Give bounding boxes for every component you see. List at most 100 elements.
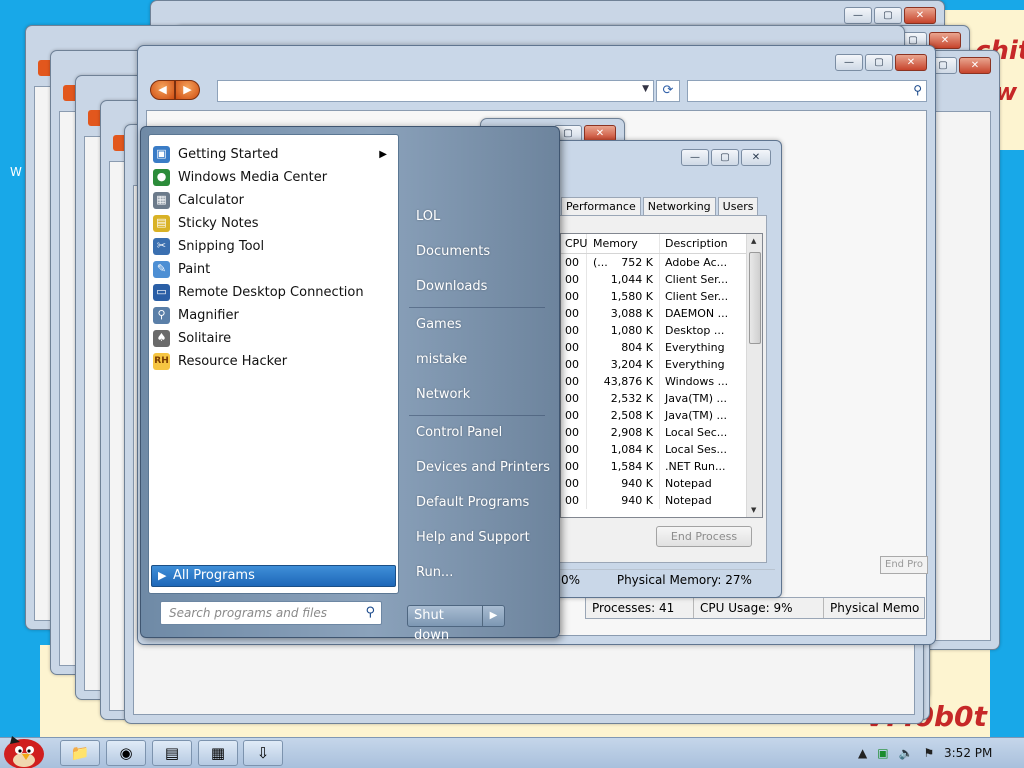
start-menu-link[interactable]: Default Programs (416, 491, 556, 515)
close-icon[interactable]: ✕ (904, 7, 936, 24)
minimize-icon[interactable]: — (681, 149, 709, 166)
desktop-icon-label: W (10, 165, 22, 179)
start-menu-link[interactable]: mistake (416, 348, 556, 372)
close-icon[interactable]: ✕ (895, 54, 927, 71)
clock[interactable]: 3:52 PM (944, 746, 992, 760)
start-menu-link[interactable]: Run... (416, 561, 556, 585)
table-row[interactable]: 00 804 K Everything (561, 339, 762, 356)
tab-networking[interactable]: Networking (642, 197, 716, 216)
start-menu-link[interactable]: LOL (416, 205, 556, 229)
explorer-icon[interactable]: 📁 (60, 740, 100, 766)
table-row[interactable]: 00 3,204 K Everything (561, 356, 762, 373)
program-label: Calculator (178, 192, 245, 208)
table-row[interactable]: 00 940 K Notepad (561, 492, 762, 509)
cell-cpu: 00 (561, 305, 587, 322)
program-item[interactable]: ▣ Getting Started ▶ (152, 143, 395, 165)
minimize-icon[interactable]: — (835, 54, 863, 71)
start-menu-link[interactable]: Help and Support (416, 526, 556, 550)
table-row[interactable]: 00 940 K Notepad (561, 475, 762, 492)
program-item[interactable]: RH Resource Hacker (152, 350, 395, 372)
process-list[interactable]: CPU Memory (... Description 00 752 K Adobe… (560, 233, 763, 518)
cell-description: .NET Run... (665, 460, 726, 473)
notification-icon[interactable]: ⚑ (924, 746, 935, 760)
end-process-button[interactable]: End Process (656, 526, 752, 547)
show-hidden-icons-icon[interactable]: ▲ (858, 746, 867, 760)
program-item[interactable]: ✎ Paint (152, 258, 395, 280)
search-input[interactable]: Search programs and files ⚲ (160, 601, 382, 625)
close-icon[interactable]: ✕ (959, 57, 991, 74)
cell-cpu: 00 (561, 254, 587, 271)
table-row[interactable]: 00 1,584 K .NET Run... (561, 458, 762, 475)
column-header-memory[interactable]: Memory (... (587, 234, 660, 269)
table-row[interactable]: 00 3,088 K DAEMON ... (561, 305, 762, 322)
cell-memory: 2,908 K (587, 424, 660, 441)
cpu-usage: CPU Usage: 9% (694, 598, 824, 618)
column-header-cpu[interactable]: CPU (561, 234, 587, 253)
cell-cpu: 00 (561, 356, 587, 373)
column-header-description[interactable]: Description (660, 234, 746, 253)
task-manager-icon[interactable]: ▦ (198, 740, 238, 766)
table-row[interactable]: 00 1,084 K Local Ses... (561, 441, 762, 458)
table-row[interactable]: 00 752 K Adobe Ac... (561, 254, 762, 271)
address-bar[interactable]: ▼ (217, 80, 654, 102)
cell-cpu: 00 (561, 339, 587, 356)
search-icon[interactable]: ⚲ (365, 602, 375, 624)
cell-memory: 2,532 K (587, 390, 660, 407)
table-row[interactable]: 00 2,508 K Java(TM) ... (561, 407, 762, 424)
end-process-button[interactable]: End Pro (880, 556, 928, 574)
search-input[interactable]: ⚲ (687, 80, 927, 102)
cell-memory: 940 K (587, 492, 660, 509)
cell-description: Client Ser... (665, 290, 729, 303)
table-row[interactable]: 00 2,532 K Java(TM) ... (561, 390, 762, 407)
refresh-icon[interactable]: ⟳ (656, 80, 680, 102)
network-icon[interactable]: ▣ (877, 746, 888, 760)
table-row[interactable]: 00 43,876 K Windows ... (561, 373, 762, 390)
program-item[interactable]: ▭ Remote Desktop Connection (152, 281, 395, 303)
program-item[interactable]: ● Windows Media Center (152, 166, 395, 188)
start-menu-link[interactable]: Control Panel (416, 421, 556, 445)
table-row[interactable]: 00 1,044 K Client Ser... (561, 271, 762, 288)
table-row[interactable]: 00 2,908 K Local Sec... (561, 424, 762, 441)
scrollbar-thumb[interactable] (749, 252, 761, 344)
close-icon[interactable]: ✕ (741, 149, 771, 166)
volume-icon[interactable]: 🔈 (899, 746, 914, 760)
program-item[interactable]: ▤ Sticky Notes (152, 212, 395, 234)
tab-users[interactable]: Users (717, 197, 759, 216)
system-tray: ▲ ▣ 🔈 ⚑ (858, 742, 934, 764)
scroll-down-icon[interactable]: ▼ (751, 506, 756, 514)
cell-description: Java(TM) ... (665, 392, 728, 405)
program-label: Windows Media Center (178, 169, 328, 185)
search-icon[interactable]: ⚲ (913, 83, 922, 97)
all-programs-button[interactable]: ▶ All Programs (151, 565, 396, 587)
tab-performance[interactable]: Performance (561, 197, 641, 216)
start-menu-link[interactable]: Documents (416, 240, 556, 264)
program-item[interactable]: ⚲ Magnifier (152, 304, 395, 326)
maximize-icon[interactable]: ▢ (865, 54, 893, 71)
maximize-icon[interactable]: ▢ (874, 7, 902, 24)
cell-memory: 752 K (587, 254, 660, 271)
start-menu-link[interactable]: Downloads (416, 275, 556, 299)
cell-memory: 1,044 K (587, 271, 660, 288)
angry-bird-start-icon[interactable] (0, 730, 50, 768)
program-item[interactable]: ✂ Snipping Tool (152, 235, 395, 257)
resource-hacker-icon[interactable]: ⇩ (243, 740, 283, 766)
start-menu-link[interactable]: Network (416, 383, 556, 407)
back-icon[interactable]: ◀ (150, 80, 175, 100)
table-row[interactable]: 00 1,080 K Desktop ... (561, 322, 762, 339)
table-row[interactable]: 00 1,580 K Client Ser... (561, 288, 762, 305)
scrollbar[interactable]: ▲ ▼ (746, 234, 762, 517)
chrome-icon[interactable]: ◉ (106, 740, 146, 766)
minimize-icon[interactable]: — (844, 7, 872, 24)
maximize-icon[interactable]: ▢ (711, 149, 739, 166)
program-item[interactable]: ▦ Calculator (152, 189, 395, 211)
start-menu-link[interactable]: Devices and Printers (416, 456, 556, 480)
scroll-up-icon[interactable]: ▲ (751, 237, 756, 245)
shutdown-button[interactable]: Shut down ▶ (407, 605, 505, 643)
chevron-right-icon[interactable]: ▶ (483, 606, 504, 626)
cell-memory: 940 K (587, 475, 660, 492)
forward-icon[interactable]: ▶ (175, 80, 200, 100)
start-menu-link[interactable]: Games (416, 313, 556, 337)
notepad-icon[interactable]: ▤ (152, 740, 192, 766)
program-item[interactable]: ♠ Solitaire (152, 327, 395, 349)
chevron-down-icon[interactable]: ▼ (642, 84, 649, 94)
